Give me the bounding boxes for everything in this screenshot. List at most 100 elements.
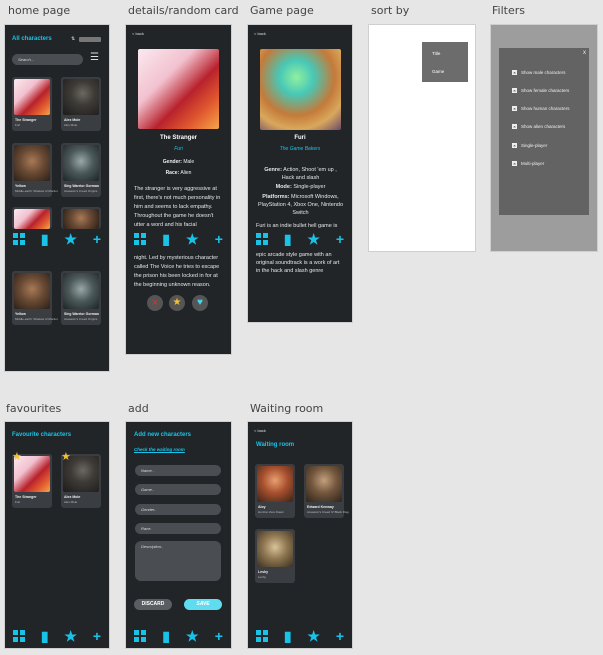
race-field[interactable]: Race..: [135, 523, 221, 534]
list-item[interactable]: The Stranger Furi: [12, 77, 52, 131]
label-game: Game page: [250, 4, 314, 17]
list-item[interactable]: Yellow Middle-earth: Shadow of Mordor: [12, 143, 58, 197]
game-description-continued: epic arcade style game with an original …: [256, 252, 340, 274]
favourites-star-icon[interactable]: ★: [64, 628, 77, 644]
list-item[interactable]: [12, 207, 52, 229]
cards-icon[interactable]: ▮: [284, 231, 292, 247]
favourites-star-icon[interactable]: ★: [64, 231, 77, 247]
waiting-room-link[interactable]: Check the waiting room: [134, 447, 185, 452]
game-field[interactable]: Game..: [135, 484, 221, 495]
filter-single-player[interactable]: × Single-player: [512, 143, 547, 149]
sort-option-title[interactable]: Title: [432, 51, 440, 56]
dislike-x-icon[interactable]: ×: [147, 295, 163, 311]
cards-icon[interactable]: ▮: [41, 231, 49, 247]
card-image: [14, 145, 50, 181]
card-game: Horizon Zero Dawn: [258, 510, 284, 514]
filter-label: Multi-player: [521, 161, 545, 166]
home-grid-icon[interactable]: [255, 233, 268, 245]
checkbox-icon[interactable]: ×: [512, 143, 517, 149]
description-field[interactable]: Description..: [135, 541, 221, 581]
game-description: Furi is an indie bullet hell game is: [256, 223, 338, 229]
card-game: Furi: [15, 500, 21, 504]
checkbox-icon[interactable]: ×: [512, 106, 517, 112]
cards-icon[interactable]: ▮: [162, 231, 170, 247]
filter-icon[interactable]: ☰: [90, 53, 99, 63]
home-grid-icon[interactable]: [134, 233, 147, 245]
back-link[interactable]: < back: [132, 31, 144, 36]
card-game: Furi: [15, 123, 21, 127]
list-item[interactable]: Sleg Warrior Gorman Assassin's Creed Orig…: [61, 271, 101, 325]
save-button[interactable]: SAVE: [184, 599, 222, 610]
favourite-star-icon[interactable]: ★: [169, 295, 185, 311]
name-field[interactable]: Name..: [135, 465, 221, 476]
add-plus-icon[interactable]: +: [336, 231, 344, 247]
filter-female[interactable]: × Show female characters: [512, 88, 569, 94]
search-input[interactable]: Search...: [12, 54, 83, 65]
character-image: [138, 49, 219, 129]
home-grid-icon[interactable]: [255, 630, 268, 642]
favourites-star-icon[interactable]: ★: [307, 231, 320, 247]
list-item[interactable]: Yellow Middle-earth: Shadow of Mordor: [12, 271, 58, 325]
cards-icon[interactable]: ▮: [41, 628, 49, 644]
checkbox-icon[interactable]: ×: [512, 161, 517, 167]
favourite-star-icon[interactable]: ★: [12, 450, 22, 463]
card-game: Assassin's Creed Origins: [64, 317, 98, 321]
filter-label: Show male characters: [521, 70, 566, 75]
cards-icon[interactable]: ▮: [284, 628, 292, 644]
home-screen: All characters ⇅ Search... ☰ The Strange…: [5, 25, 109, 371]
home-grid-icon[interactable]: [12, 233, 25, 245]
home-grid-icon[interactable]: [12, 630, 25, 642]
close-icon[interactable]: x: [583, 50, 586, 56]
card-name: Leshy: [258, 570, 269, 574]
card-name: Edward Kenway: [307, 505, 334, 509]
card-image: [306, 466, 342, 502]
list-item[interactable]: [61, 207, 101, 229]
add-plus-icon[interactable]: +: [93, 231, 101, 247]
card-name: Sleg Warrior Gorman: [64, 184, 100, 188]
favourites-star-icon[interactable]: ★: [307, 628, 320, 644]
add-screen: Add new characters Check the waiting roo…: [126, 422, 231, 648]
list-item[interactable]: Alex Mole Alex Mole: [61, 77, 101, 131]
gender-field[interactable]: Gender..: [135, 504, 221, 515]
card-image: [257, 531, 293, 567]
filter-label: Show human characters: [521, 106, 570, 111]
filter-alien[interactable]: × Show alien characters: [512, 124, 565, 130]
list-item[interactable]: ★ The Stranger Furi: [12, 451, 52, 508]
favourites-star-icon[interactable]: ★: [186, 628, 199, 644]
add-plus-icon[interactable]: +: [336, 628, 344, 644]
add-plus-icon[interactable]: +: [215, 628, 223, 644]
cards-icon[interactable]: ▮: [162, 628, 170, 644]
checkbox-icon[interactable]: ×: [512, 70, 517, 76]
gender-label: Gender:: [162, 159, 182, 165]
add-plus-icon[interactable]: +: [93, 628, 101, 644]
checkbox-icon[interactable]: ×: [512, 88, 517, 94]
filter-male[interactable]: × Show male characters: [512, 70, 566, 76]
list-item[interactable]: ★ Alex Mole Alex Mole: [61, 451, 101, 508]
genre-row: Genre: Action, Shoot 'em up , Hack and s…: [258, 166, 343, 182]
waiting-header: Waiting room: [256, 442, 295, 448]
list-item[interactable]: Leshy Leshy: [255, 529, 295, 583]
list-item[interactable]: Edward Kenway Assassin's Creed IV Black F…: [304, 464, 349, 518]
list-item[interactable]: Sleg Warrior Gorman Assassin's Creed Orig…: [61, 143, 101, 197]
add-plus-icon[interactable]: +: [215, 231, 223, 247]
list-item[interactable]: Aloy Horizon Zero Dawn: [255, 464, 295, 518]
sort-dropdown[interactable]: [79, 37, 101, 42]
sort-option-game[interactable]: Game: [432, 69, 444, 74]
filter-multi-player[interactable]: × Multi-player: [512, 161, 545, 167]
back-link[interactable]: < back: [254, 31, 266, 36]
filter-human[interactable]: × Show human characters: [512, 106, 570, 112]
card-game: Leshy: [258, 575, 267, 579]
like-heart-icon[interactable]: ♥: [192, 295, 208, 311]
card-name: Alex Mole: [64, 495, 81, 499]
back-link[interactable]: < back: [254, 428, 266, 433]
card-image: [14, 273, 50, 309]
details-screen: < back The Stranger Furi Gender: Male Ra…: [126, 25, 231, 354]
checkbox-icon[interactable]: ×: [512, 124, 517, 130]
sort-icon[interactable]: ⇅: [71, 36, 75, 42]
label-home: home page: [8, 4, 71, 17]
mode-value: Single-player: [293, 184, 326, 190]
home-grid-icon[interactable]: [134, 630, 147, 642]
favourite-star-icon[interactable]: ★: [61, 450, 71, 463]
favourites-star-icon[interactable]: ★: [186, 231, 199, 247]
discard-button[interactable]: DISCARD: [134, 599, 172, 610]
